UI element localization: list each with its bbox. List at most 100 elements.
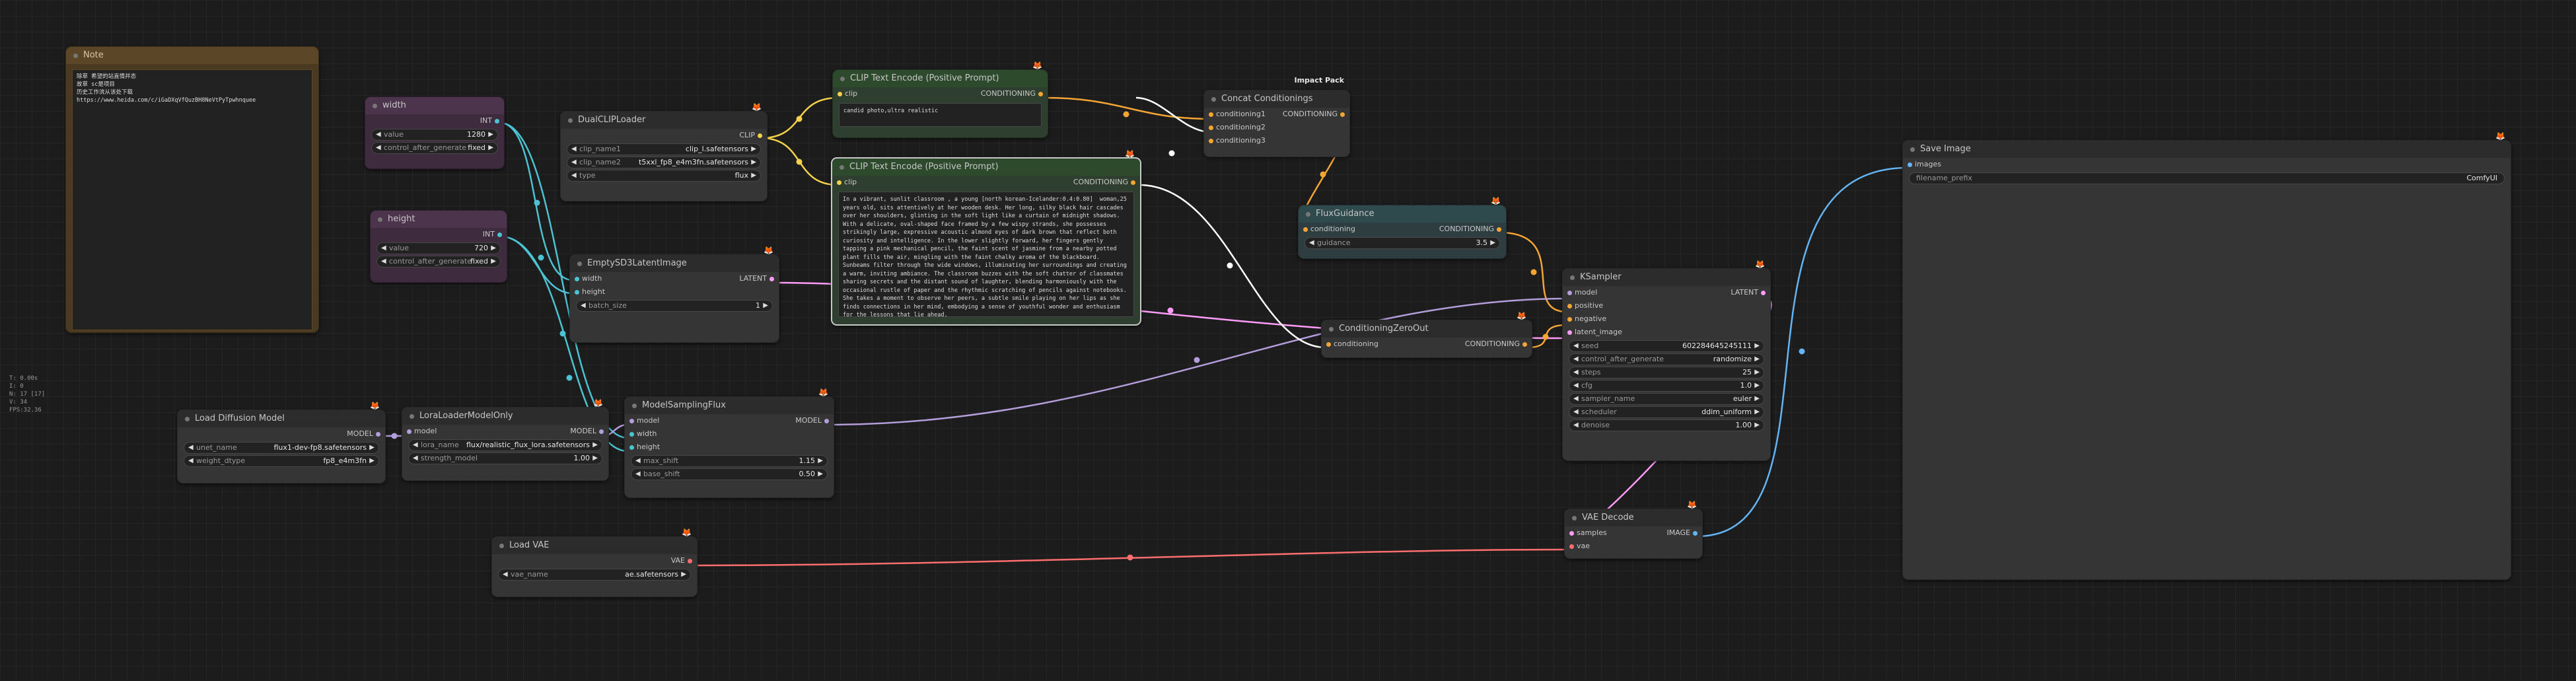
arrow-right-icon[interactable]: ▶	[488, 129, 493, 140]
arrow-left-icon[interactable]: ◀	[413, 440, 418, 450]
output-socket[interactable]	[1522, 342, 1527, 347]
arrow-right-icon[interactable]: ▶	[491, 256, 496, 267]
output-socket[interactable]	[497, 233, 502, 237]
arrow-right-icon[interactable]: ▶	[818, 469, 823, 480]
unet-name-widget[interactable]: ◀ unet_name flux1-dev-fp8.safetensors ▶	[184, 442, 379, 454]
node-title[interactable]: Load Diffusion Model	[178, 410, 385, 427]
conditioningzeroout-node[interactable]: 🦊 ConditioningZeroOut conditioning CONDIT…	[1321, 311, 1532, 358]
arrow-right-icon[interactable]: ▶	[1754, 394, 1760, 404]
scheduler-widget[interactable]: ◀ scheduler ddim_uniform ▶	[1569, 406, 1764, 418]
arrow-right-icon[interactable]: ▶	[1754, 407, 1760, 417]
arrow-right-icon[interactable]: ▶	[1754, 341, 1760, 351]
cfg-widget[interactable]: ◀ cfg 1.0 ▶	[1569, 380, 1764, 392]
node-title[interactable]: LoraLoaderModelOnly	[402, 408, 608, 425]
lora-name-widget[interactable]: ◀ lora_name flux/realistic_flux_lora.safet…	[408, 439, 602, 451]
arrow-right-icon[interactable]: ▶	[1490, 238, 1495, 248]
collapse-dot[interactable]	[1570, 275, 1575, 280]
strength-model-widget[interactable]: ◀ strength_model 1.00 ▶	[408, 452, 602, 464]
arrow-left-icon[interactable]: ◀	[581, 301, 586, 311]
arrow-left-icon[interactable]: ◀	[188, 456, 194, 466]
steps-widget[interactable]: ◀ steps 25 ▶	[1569, 367, 1764, 378]
node-title[interactable]: Note	[66, 47, 318, 64]
dualcliploader-node[interactable]: 🦊 DualCLIPLoader CLIP ◀ clip_name1 clip_l.…	[560, 102, 768, 201]
output-socket[interactable]	[1038, 92, 1043, 96]
sampler-name-widget[interactable]: ◀ sampler_name euler ▶	[1569, 393, 1764, 405]
node-title[interactable]: CLIP Text Encode (Positive Prompt)	[833, 70, 1048, 87]
node-title[interactable]: FluxGuidance	[1299, 205, 1506, 223]
arrow-left-icon[interactable]: ◀	[1573, 354, 1579, 365]
arrow-left-icon[interactable]: ◀	[635, 456, 641, 466]
filename-prefix-widget[interactable]: filename_prefix ComfyUI	[1909, 172, 2505, 184]
prompt-textarea[interactable]: candid photo,ultra realistic	[839, 103, 1042, 127]
node-title[interactable]: EmptySD3LatentImage	[570, 255, 779, 272]
arrow-left-icon[interactable]: ◀	[376, 129, 381, 140]
arrow-right-icon[interactable]: ▶	[369, 443, 375, 453]
collapse-dot[interactable]	[499, 544, 504, 548]
arrow-left-icon[interactable]: ◀	[1309, 238, 1314, 248]
arrow-left-icon[interactable]: ◀	[571, 170, 577, 181]
seed-widget[interactable]: ◀ seed 602284645245111 ▶	[1569, 340, 1764, 352]
arrow-right-icon[interactable]: ▶	[818, 456, 823, 466]
clip-name1-widget[interactable]: ◀ clip_name1 clip_l.safetensors ▶	[567, 143, 761, 155]
node-title[interactable]: KSampler	[1563, 269, 1770, 286]
control-after-generate-widget[interactable]: ◀ control_after_generate randomize ▶	[1569, 353, 1764, 365]
arrow-left-icon[interactable]: ◀	[1573, 407, 1579, 417]
vae-decode-node[interactable]: 🦊 VAE Decode samples IMAGE vae	[1564, 500, 1703, 559]
type-widget[interactable]: ◀ type flux ▶	[567, 170, 761, 182]
node-title[interactable]: width	[365, 97, 504, 114]
arrow-left-icon[interactable]: ◀	[1573, 341, 1579, 351]
output-socket[interactable]	[1497, 227, 1501, 232]
collapse-dot[interactable]	[568, 118, 573, 123]
collapse-dot[interactable]	[73, 54, 78, 58]
collapse-dot[interactable]	[840, 165, 844, 170]
denoise-widget[interactable]: ◀ denoise 1.00 ▶	[1569, 419, 1764, 431]
node-title[interactable]: Load VAE	[492, 537, 697, 554]
arrow-right-icon[interactable]: ▶	[1754, 354, 1760, 365]
output-socket[interactable]	[688, 559, 692, 563]
arrow-left-icon[interactable]: ◀	[413, 453, 418, 464]
arrow-right-icon[interactable]: ▶	[751, 144, 756, 155]
node-title[interactable]: VAE Decode	[1565, 509, 1702, 526]
collapse-dot[interactable]	[373, 104, 377, 108]
node-title[interactable]: CLIP Text Encode (Positive Prompt)	[832, 159, 1140, 176]
arrow-left-icon[interactable]: ◀	[571, 144, 577, 155]
arrow-right-icon[interactable]: ▶	[1754, 380, 1760, 391]
arrow-right-icon[interactable]: ▶	[763, 301, 768, 311]
control-widget[interactable]: ◀ control_after_generate fixed ▶	[376, 256, 501, 268]
base-shift-widget[interactable]: ◀ base_shift 0.50 ▶	[631, 468, 828, 480]
prompt-textarea[interactable]: In a vibrant, sunlit classroom , a young…	[838, 192, 1134, 317]
load-diffusion-model-node[interactable]: 🦊 Load Diffusion Model MODEL ◀ unet_name f…	[177, 401, 386, 484]
collapse-dot[interactable]	[632, 404, 637, 408]
loraloader-modelonly-node[interactable]: 🦊 LoraLoaderModelOnly model MODEL ◀ lora_n…	[402, 398, 609, 481]
load-vae-node[interactable]: 🦊 Load VAE VAE ◀ vae_name ae.safetensors ▶	[491, 528, 698, 597]
arrow-left-icon[interactable]: ◀	[1573, 394, 1579, 404]
collapse-dot[interactable]	[185, 417, 190, 421]
concat-conditionings-node[interactable]: Impact Pack Concat Conditionings conditi…	[1203, 76, 1350, 157]
output-socket[interactable]	[495, 119, 499, 124]
output-socket[interactable]	[1340, 112, 1345, 117]
node-title[interactable]: height	[371, 211, 507, 228]
arrow-right-icon[interactable]: ▶	[592, 453, 598, 464]
arrow-right-icon[interactable]: ▶	[491, 243, 496, 254]
arrow-right-icon[interactable]: ▶	[1754, 367, 1760, 378]
emptysd3latentimage-node[interactable]: 🦊 EmptySD3LatentImage width LATENT height…	[569, 246, 779, 343]
node-title[interactable]: Save Image	[1903, 141, 2511, 158]
collapse-dot[interactable]	[378, 217, 382, 222]
arrow-left-icon[interactable]: ◀	[503, 569, 508, 580]
collapse-dot[interactable]	[410, 414, 414, 419]
arrow-left-icon[interactable]: ◀	[571, 157, 577, 168]
ksampler-node[interactable]: 🦊 KSampler model LATENT positive negative…	[1562, 260, 1771, 461]
clip-text-encode-small-node[interactable]: 🦊 CLIP Text Encode (Positive Prompt) cli…	[832, 61, 1048, 138]
collapse-dot[interactable]	[1910, 147, 1915, 152]
batch-size-widget[interactable]: ◀ batch_size 1 ▶	[576, 300, 773, 312]
collapse-dot[interactable]	[840, 77, 845, 81]
arrow-right-icon[interactable]: ▶	[751, 157, 756, 168]
note-textarea[interactable]: 除草 希望的站直情并态 故草 sc是项目 历史工作流从该处下载 https://…	[72, 69, 312, 330]
output-socket[interactable]	[769, 277, 774, 281]
arrow-right-icon[interactable]: ▶	[1754, 420, 1760, 431]
clip-name2-widget[interactable]: ◀ clip_name2 t5xxl_fp8_e4m3fn.safetensors ▶	[567, 157, 761, 168]
width-node[interactable]: width INT ◀ value 1280 ▶ ◀ control_after_gen…	[365, 96, 505, 169]
output-socket[interactable]	[599, 429, 604, 434]
arrow-left-icon[interactable]: ◀	[1573, 367, 1579, 378]
node-title[interactable]: DualCLIPLoader	[561, 112, 767, 129]
